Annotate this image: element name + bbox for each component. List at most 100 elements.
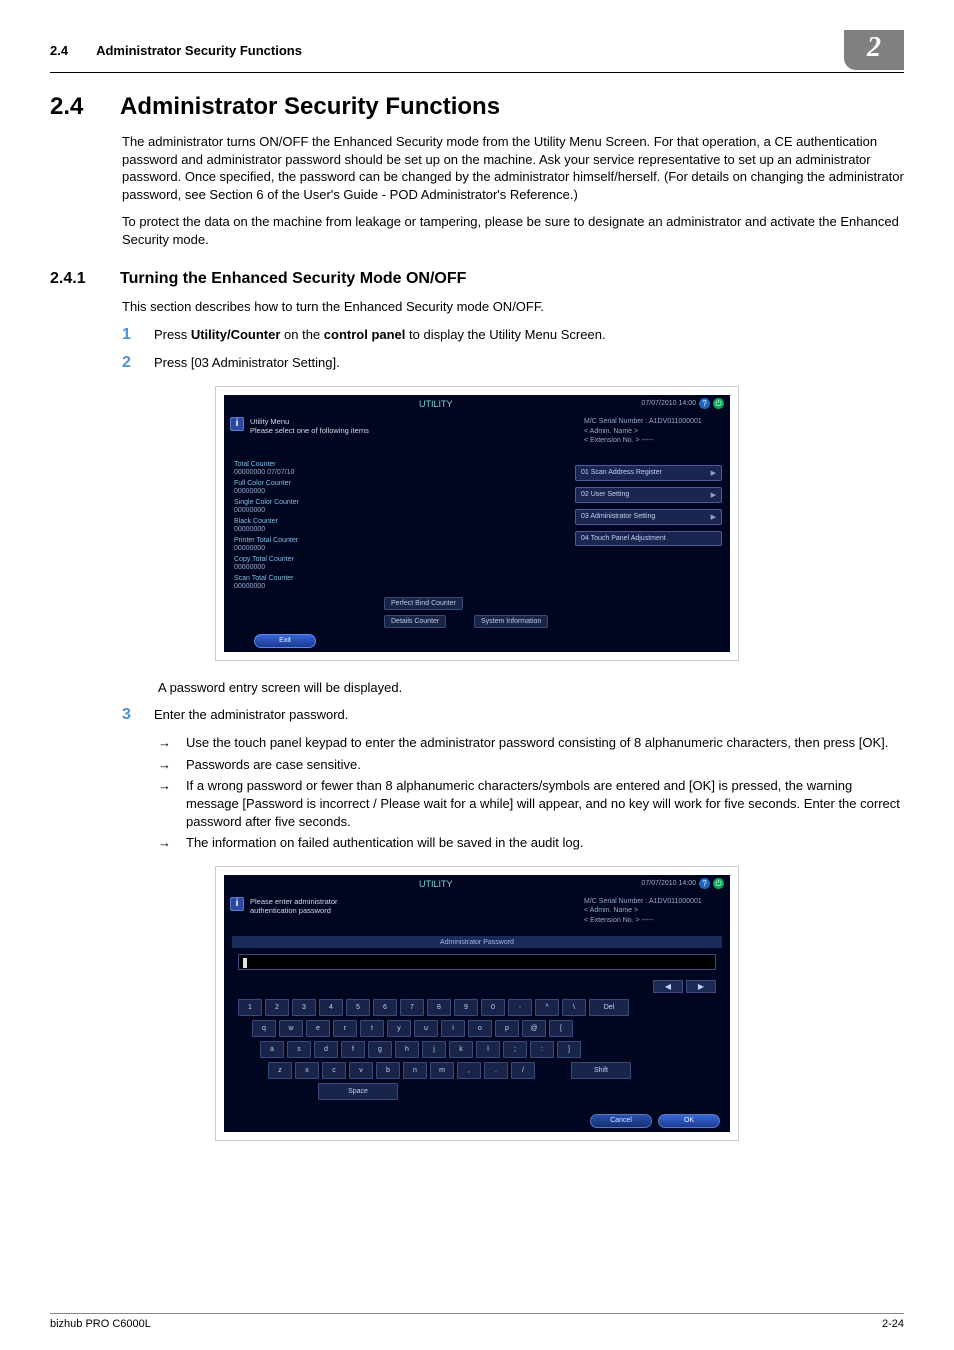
power-icon[interactable]: ⏻ [713,878,724,889]
shift-key[interactable]: Shift [571,1062,631,1079]
cancel-button[interactable]: Cancel [590,1114,652,1128]
keyboard-key[interactable]: o [468,1020,492,1037]
space-key[interactable]: Space [318,1083,398,1100]
utility-menu-screenshot: UTILITY 07/07/2010 14:00 ? ⏻ i Utility M… [215,386,739,661]
step-text: Enter the administrator password. [154,706,348,724]
help-icon[interactable]: ? [699,878,710,889]
step3-bullet2: → Passwords are case sensitive. [158,756,904,774]
chevron-right-icon: ▶ [711,469,716,477]
subsection-title: Turning the Enhanced Security Mode ON/OF… [120,270,466,288]
keyboard-key[interactable]: c [322,1062,346,1079]
header-section-num: 2.4 [50,43,68,58]
keyboard-key[interactable]: @ [522,1020,546,1037]
keyboard-key[interactable]: q [252,1020,276,1037]
section-num: 2.4 [50,93,90,121]
keyboard-key[interactable]: . [484,1062,508,1079]
footer-page: 2-24 [882,1318,904,1330]
delete-key[interactable]: Del [589,999,629,1016]
keyboard-key[interactable]: a [260,1041,284,1058]
keyboard-key[interactable]: z [268,1062,292,1079]
keyboard-key[interactable]: u [414,1020,438,1037]
admin-name-line: < Admin. Name > [584,427,724,437]
keyboard-key[interactable]: b [376,1062,400,1079]
keyboard-key[interactable]: ; [503,1041,527,1058]
after-shot1-text: A password entry screen will be displaye… [158,679,904,697]
user-setting-button[interactable]: 02 User Setting▶ [575,487,722,503]
admin-name-line: < Admin. Name > [584,906,724,916]
serial-line: M/C Serial Number : A1DV011000001 [584,897,724,907]
keyboard-key[interactable]: m [430,1062,454,1079]
section-heading: 2.4 Administrator Security Functions [50,93,904,121]
help-icon[interactable]: ? [699,398,710,409]
screen-header-line1: Utility Menu [250,417,578,426]
keyboard-key[interactable]: 7 [400,999,424,1016]
keyboard-key[interactable]: k [449,1041,473,1058]
details-counter-button[interactable]: Details Counter [384,615,446,628]
step-text: Press [03 Administrator Setting]. [154,354,340,372]
password-banner: Administrator Password [232,936,722,948]
scan-address-register-button[interactable]: 01 Scan Address Register▶ [575,465,722,481]
ok-button[interactable]: OK [658,1114,720,1128]
keyboard-key[interactable]: r [333,1020,357,1037]
keyboard-key[interactable]: v [349,1062,373,1079]
keyboard-key[interactable]: 0 [481,999,505,1016]
keyboard-key[interactable]: ^ [535,999,559,1016]
keyboard-key[interactable]: : [530,1041,554,1058]
keyboard-key[interactable]: 4 [319,999,343,1016]
keyboard-key[interactable]: f [341,1041,365,1058]
keyboard-key[interactable]: \ [562,999,586,1016]
keyboard-key[interactable]: i [441,1020,465,1037]
extension-line: < Extension No. > ----- [584,916,724,926]
step-1: 1 Press Utility/Counter on the control p… [122,326,904,344]
keyboard-key[interactable]: g [368,1041,392,1058]
keyboard-key[interactable]: l [476,1041,500,1058]
keyboard-key[interactable]: 2 [265,999,289,1016]
keyboard-key[interactable]: h [395,1041,419,1058]
keyboard-key[interactable]: d [314,1041,338,1058]
keyboard-key[interactable]: - [508,999,532,1016]
keyboard-key[interactable]: 9 [454,999,478,1016]
section-para2: To protect the data on the machine from … [122,213,904,248]
keyboard-key[interactable]: y [387,1020,411,1037]
serial-line: M/C Serial Number : A1DV011000001 [584,417,724,427]
keyboard-key[interactable]: 3 [292,999,316,1016]
keyboard-key[interactable]: [ [549,1020,573,1037]
keyboard-key[interactable]: j [422,1041,446,1058]
administrator-setting-button[interactable]: 03 Administrator Setting▶ [575,509,722,525]
keyboard-key[interactable]: , [457,1062,481,1079]
arrow-icon: → [158,777,174,830]
info-icon: i [230,417,244,431]
chevron-right-icon: ▶ [711,491,716,499]
keyboard-key[interactable]: 1 [238,999,262,1016]
cursor-left-button[interactable]: ◀ [653,980,683,993]
header-section-title: Administrator Security Functions [96,43,302,58]
step3-bullet1: → Use the touch panel keypad to enter th… [158,734,904,752]
keyboard-key[interactable]: ] [557,1041,581,1058]
step-number: 2 [122,354,136,372]
page-footer: bizhub PRO C6000L 2-24 [50,1313,904,1330]
keyboard-key[interactable]: e [306,1020,330,1037]
extension-line: < Extension No. > ----- [584,436,724,446]
keyboard-key[interactable]: n [403,1062,427,1079]
keyboard-key[interactable]: 8 [427,999,451,1016]
keyboard-key[interactable]: 5 [346,999,370,1016]
keyboard-key[interactable]: t [360,1020,384,1037]
exit-button[interactable]: Exit [254,634,316,648]
touch-panel-adjustment-button[interactable]: 04 Touch Panel Adjustment [575,531,722,546]
topbar-date: 07/07/2010 14:00 [642,880,697,887]
keyboard-key[interactable]: s [287,1041,311,1058]
system-information-button[interactable]: System Information [474,615,548,628]
section-title: Administrator Security Functions [120,93,500,121]
keyboard-key[interactable]: x [295,1062,319,1079]
cursor-right-button[interactable]: ▶ [686,980,716,993]
power-icon[interactable]: ⏻ [713,398,724,409]
keyboard-key[interactable]: / [511,1062,535,1079]
step-text: Press Utility/Counter on the control pan… [154,326,606,344]
perfect-bind-counter-button[interactable]: Perfect Bind Counter [384,597,463,610]
keyboard-key[interactable]: w [279,1020,303,1037]
keyboard-key[interactable]: 6 [373,999,397,1016]
password-input[interactable] [238,954,716,970]
step3-bullet3: → If a wrong password or fewer than 8 al… [158,777,904,830]
keyboard-key[interactable]: p [495,1020,519,1037]
keyboard: 1234567890-^\Del qwertyuiop@[ asdfghjkl;… [238,999,716,1100]
